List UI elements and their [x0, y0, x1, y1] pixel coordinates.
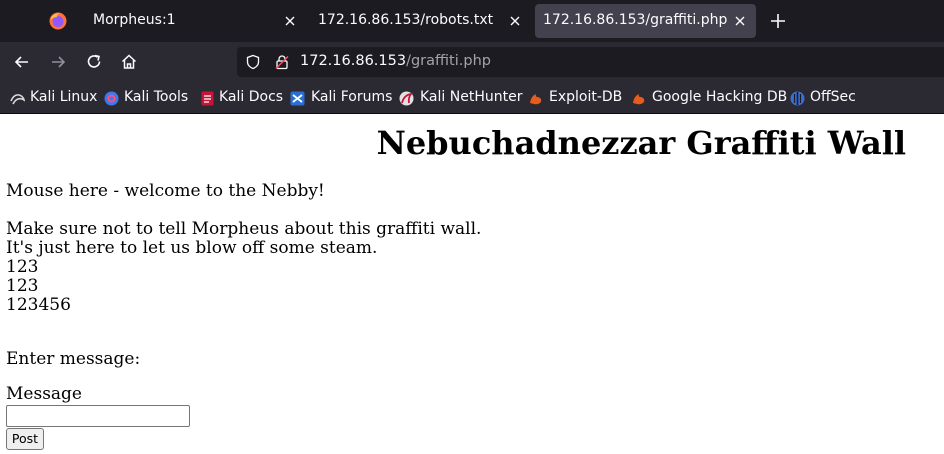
back-arrow-icon[interactable]	[12, 52, 32, 72]
graffiti-line: 123	[6, 257, 39, 277]
kali-docs-icon	[201, 91, 214, 106]
close-tab-icon[interactable]	[732, 13, 748, 29]
new-tab-plus-icon[interactable]	[768, 11, 788, 31]
graffiti-line: It's just here to let us blow off some s…	[6, 238, 378, 258]
page-content: Nebuchadnezzar Graffiti Wall Mouse here …	[0, 114, 944, 454]
offsec-icon	[790, 91, 805, 106]
firefox-icon[interactable]	[48, 11, 68, 31]
bookmarks-toolbar: Kali Linux Kali Tools Kali Docs Kali For…	[0, 82, 944, 114]
tab-strip: Morpheus:1 172.16.86.153/robots.txt 172.…	[0, 0, 944, 42]
close-tab-icon[interactable]	[507, 13, 523, 29]
kali-dragon-icon	[10, 94, 25, 105]
bookmark-label: Google Hacking DB	[652, 89, 788, 105]
forward-arrow-icon[interactable]	[48, 52, 68, 72]
bookmark-label: OffSec	[810, 89, 856, 105]
tracking-protection-shield-icon[interactable]	[245, 54, 261, 70]
exploit-db-icon	[530, 94, 542, 105]
reload-icon[interactable]	[84, 52, 104, 72]
navigation-toolbar: 172.16.86.153/graffiti.php	[0, 42, 944, 82]
bookmark-label: Kali Forums	[311, 89, 393, 105]
post-button[interactable]: Post	[6, 428, 44, 450]
intro-text: Mouse here - welcome to the Nebby!	[6, 181, 325, 201]
tab-title: 172.16.86.153/robots.txt	[318, 12, 494, 28]
message-input[interactable]	[6, 405, 190, 427]
tab-graffiti[interactable]: 172.16.86.153/graffiti.php	[535, 0, 756, 42]
url-host: 172.16.86.153	[300, 53, 407, 69]
kali-nethunter-icon	[399, 91, 414, 106]
bookmark-label: Exploit-DB	[549, 89, 623, 105]
form-prompt: Enter message:	[6, 349, 141, 369]
graffiti-line: Make sure not to tell Morpheus about thi…	[6, 219, 482, 239]
address-bar[interactable]: 172.16.86.153/graffiti.php	[237, 47, 944, 77]
tab-title: Morpheus:1	[93, 12, 176, 28]
page-title: Nebuchadnezzar Graffiti Wall	[376, 124, 906, 162]
graffiti-line: 123	[6, 276, 39, 296]
bookmark-label: Kali Linux	[30, 89, 98, 105]
bookmark-label: Kali NetHunter	[420, 89, 523, 105]
tab-robots[interactable]: 172.16.86.153/robots.txt	[306, 0, 534, 42]
kali-tools-icon	[104, 91, 119, 106]
message-label: Message	[6, 384, 82, 404]
bookmark-label: Kali Docs	[219, 89, 284, 105]
ghdb-icon	[633, 94, 645, 105]
close-tab-icon[interactable]	[282, 13, 298, 29]
insecure-lock-icon[interactable]	[274, 54, 290, 70]
tab-morpheus[interactable]: Morpheus:1	[80, 0, 306, 42]
kali-forums-icon	[290, 91, 305, 106]
tab-title: 172.16.86.153/graffiti.php	[543, 12, 728, 28]
url-text[interactable]: 172.16.86.153/graffiti.php	[300, 53, 491, 69]
home-icon[interactable]	[119, 52, 139, 72]
url-path: /graffiti.php	[406, 53, 491, 69]
graffiti-line: 123456	[6, 295, 71, 315]
bookmark-label: Kali Tools	[124, 89, 189, 105]
